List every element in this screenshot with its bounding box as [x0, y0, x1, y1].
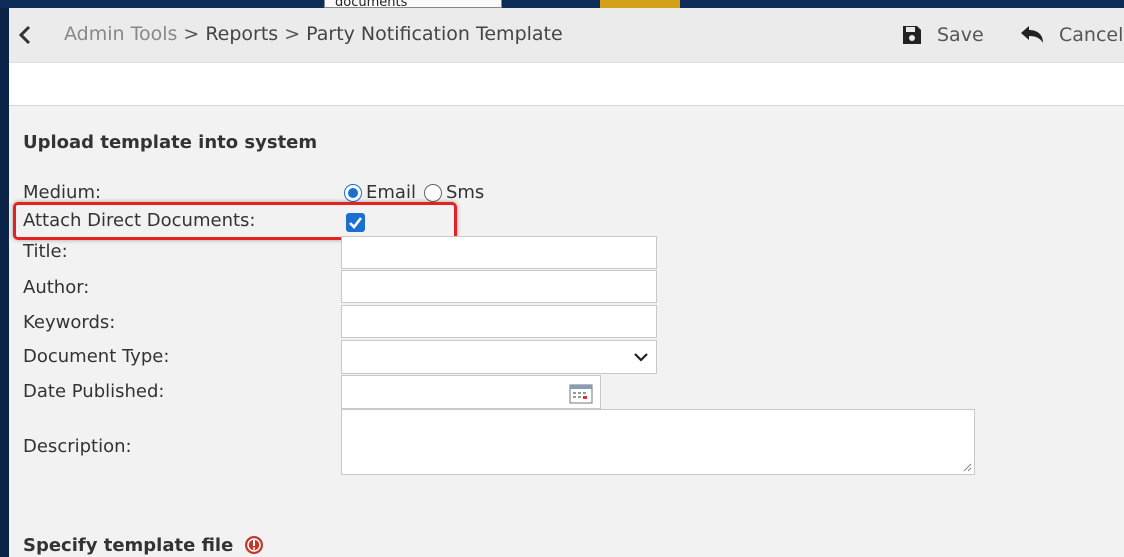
title-label: Title: [23, 241, 68, 262]
save-label: Save [937, 24, 984, 46]
background-decoration [600, 0, 680, 8]
highlight-annotation [13, 202, 457, 240]
document-type-select[interactable] [341, 340, 657, 374]
radio-sms[interactable] [423, 183, 442, 202]
template-upload-panel: Admin Tools > Reports > Party Notification T… [9, 8, 1124, 557]
background-strip [0, 0, 1124, 8]
keywords-input[interactable] [341, 305, 657, 338]
author-input[interactable] [341, 270, 657, 303]
breadcrumb-reports[interactable]: Reports [205, 23, 278, 45]
radio-sms-label[interactable]: Sms [446, 182, 484, 203]
author-label: Author: [23, 277, 90, 298]
date-published-input[interactable] [341, 375, 601, 409]
chevron-left-icon[interactable] [17, 24, 33, 46]
breadcrumb: Admin Tools > Reports > Party Notification T… [64, 23, 563, 45]
save-button[interactable]: Save [901, 22, 984, 48]
radio-email[interactable] [344, 183, 362, 202]
undo-arrow-icon [1021, 26, 1043, 43]
title-input[interactable] [341, 236, 657, 269]
medium-label: Medium: [23, 182, 102, 203]
breadcrumb-separator: > [183, 23, 200, 45]
radio-email-label[interactable]: Email [366, 182, 416, 203]
window-frame [0, 8, 9, 557]
breadcrumb-separator: > [284, 23, 301, 45]
calendar-icon[interactable] [569, 384, 593, 404]
description-label: Description: [23, 436, 132, 457]
cancel-button[interactable]: Cancel [1019, 22, 1123, 48]
description-textarea[interactable] [341, 409, 975, 475]
date-published-label: Date Published: [23, 381, 165, 402]
document-type-label: Document Type: [23, 346, 170, 367]
section-title-upload: Upload template into system [23, 132, 318, 153]
alert-circle-icon [245, 536, 263, 554]
toolbar: Admin Tools > Reports > Party Notification T… [9, 8, 1124, 63]
keywords-label: Keywords: [23, 312, 116, 333]
header-band [9, 63, 1124, 106]
breadcrumb-admin-tools[interactable]: Admin Tools [64, 23, 177, 45]
resize-grip-icon[interactable] [962, 462, 972, 472]
section-title-specify: Specify template file [23, 535, 234, 556]
breadcrumb-current: Party Notification Template [306, 23, 563, 45]
cancel-label: Cancel [1059, 24, 1124, 46]
medium-radio-group: Email Sms [344, 182, 492, 203]
floppy-disk-icon [903, 26, 921, 44]
background-tab: documents [324, 0, 502, 8]
chevron-down-icon [634, 353, 648, 362]
